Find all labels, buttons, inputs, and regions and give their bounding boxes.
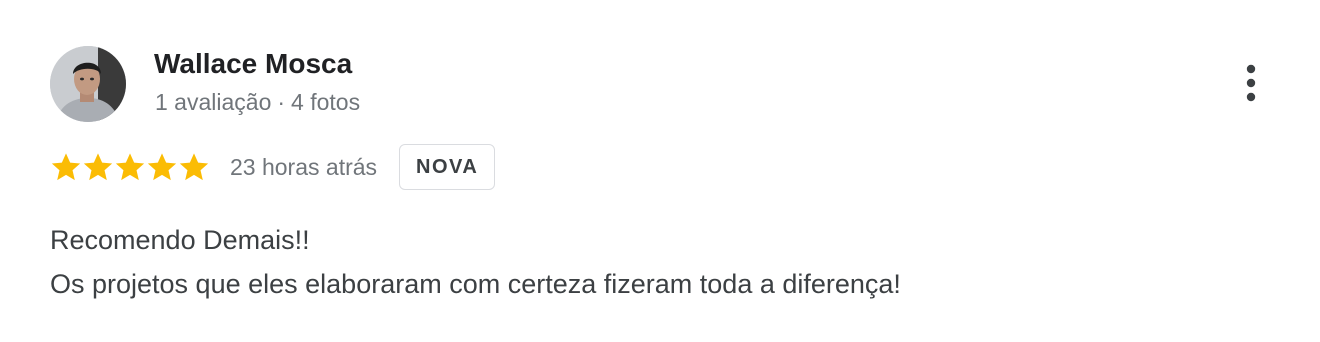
star-icon	[147, 153, 177, 181]
review-text: Recomendo Demais!! Os projetos que eles …	[50, 218, 901, 306]
author-meta: 1 avaliação · 4 fotos	[155, 86, 360, 118]
author-review-count: 1 avaliação	[155, 89, 272, 115]
new-badge: NOVA	[399, 144, 496, 190]
person-photo-icon	[50, 46, 126, 122]
star-icon	[83, 153, 113, 181]
more-options-button[interactable]	[1230, 60, 1272, 106]
author-name[interactable]: Wallace Mosca	[154, 46, 352, 82]
review-text-line: Recomendo Demais!!	[50, 225, 310, 255]
more-vert-icon	[1246, 64, 1256, 102]
review-card: Wallace Mosca 1 avaliação · 4 fotos 23 hor…	[0, 0, 1320, 342]
author-photo-count: 4 fotos	[291, 89, 361, 115]
rating-row: 23 horas atrás NOVA	[50, 142, 496, 192]
review-text-line: Os projetos que eles elaboraram com cert…	[50, 269, 901, 299]
star-icon	[51, 153, 81, 181]
star-rating	[50, 151, 210, 183]
star-icon	[179, 153, 209, 181]
review-time: 23 horas atrás	[230, 154, 378, 180]
author-avatar[interactable]	[50, 46, 126, 122]
meta-separator: ·	[277, 89, 286, 115]
star-icon	[115, 153, 145, 181]
